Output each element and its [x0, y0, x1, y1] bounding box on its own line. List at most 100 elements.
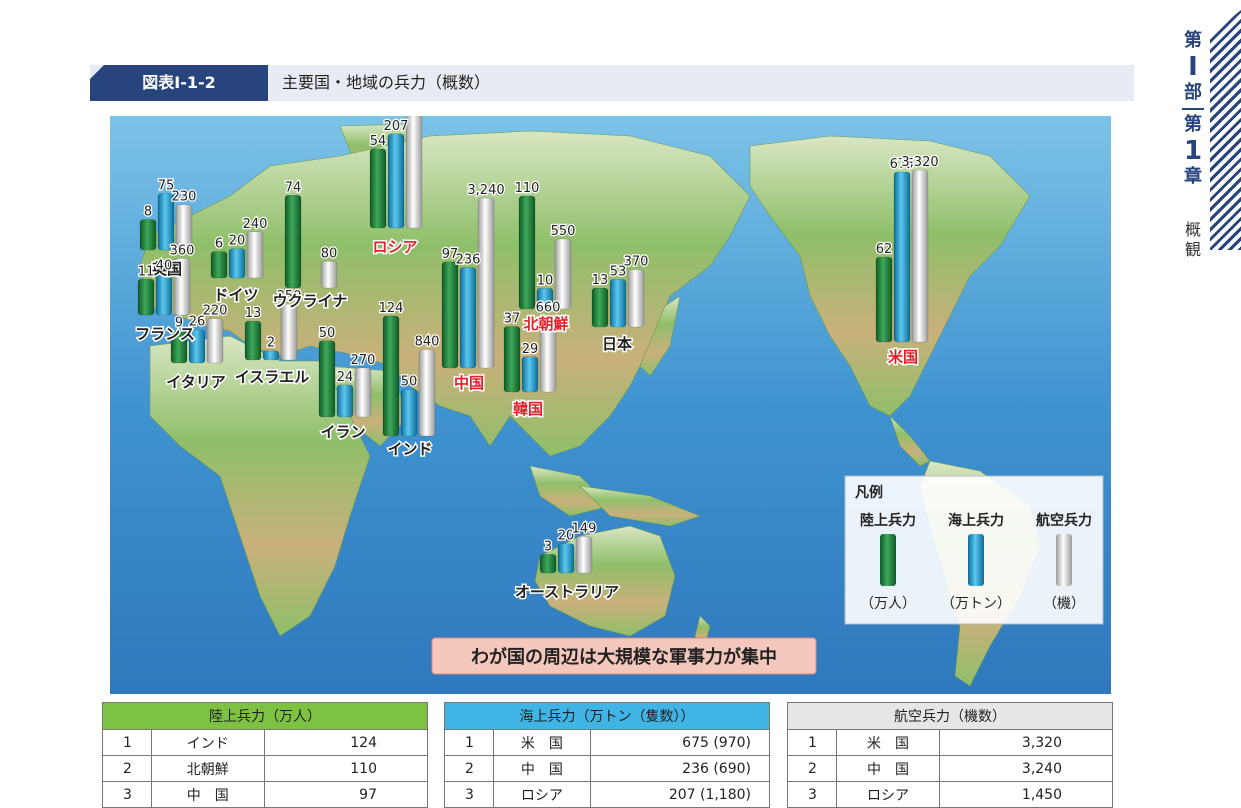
country-cell: 中 国 [151, 781, 265, 808]
value-label-ground: 13 [245, 306, 262, 321]
value-label-ground: 54 [370, 134, 387, 149]
chapter-subtitle: 概 観 [1173, 220, 1213, 260]
legend-air-unit: （機） [1043, 596, 1085, 612]
table-row: 1米 国 675 (970) [444, 729, 771, 756]
banner: わが国の周辺は大規模な軍事力が集中 [431, 637, 817, 675]
value-label-sea: 2 [267, 336, 275, 351]
value-label-sea: 40 [156, 259, 173, 274]
country-label: ウクライナ [273, 292, 348, 310]
bar-ground [318, 340, 336, 418]
bar-sea [609, 279, 627, 328]
value-label-ground: 124 [379, 301, 404, 316]
country-label: インド [387, 440, 432, 458]
part-label-b: Ⅰ [1188, 52, 1198, 82]
rank-cell: 1 [102, 729, 152, 756]
air-force-ranking-table: 航空兵力（機数） 1米 国 3,320 2中 国 3,240 3 ロシア 1,450 [787, 702, 1113, 808]
chapter-label-a: 第 [1184, 114, 1202, 135]
value-cell: 236 (690) [589, 755, 771, 782]
country-label: フランス [135, 325, 195, 343]
value-cell: 3,240 [939, 755, 1113, 782]
country-cell: ロシア [493, 781, 591, 808]
value-label-sea: 24 [337, 370, 354, 385]
value-cell: 97 [263, 781, 428, 808]
bar-ground [284, 195, 302, 289]
value-label-sea: 236 [456, 252, 481, 267]
value-label-air: 3,240 [467, 183, 504, 198]
legend-ground-swatch [880, 534, 896, 586]
bar-air [477, 197, 495, 369]
sea-force-ranking-table: 海上兵力（万トン（隻数）） 1米 国 675 (970) 2中 国 236 (690… [444, 702, 771, 808]
value-label-air: 3,320 [901, 155, 938, 170]
value-label-air: 270 [351, 353, 376, 368]
bar-air [280, 303, 298, 361]
rank-cell: 3 [444, 781, 494, 808]
value-label-ground: 8 [144, 205, 152, 220]
bar-ground [139, 219, 157, 251]
country-label: 日本 [602, 335, 632, 353]
bar-ground [369, 148, 387, 229]
world-force-map: 875230英国6 20240ドイツ11 40360フランス9 26220イタリア13… [110, 116, 1111, 694]
value-label-air: 230 [172, 190, 197, 205]
country-label: オーストラリア [515, 583, 619, 601]
bar-sea [893, 171, 911, 343]
value-label-ground: 9 [175, 316, 183, 331]
ground-table-header: 陸上兵力（万人） [102, 702, 428, 730]
value-cell: 3,320 [939, 729, 1113, 756]
legend-box: 凡例 陸上兵力 海上兵力 航空兵力 （万人） （万トン） （機） [844, 475, 1104, 625]
bar-ground [244, 320, 262, 361]
table-row: 1米 国 3,320 [787, 729, 1113, 756]
bar-sea [521, 356, 539, 393]
country-label: ドイツ [213, 286, 258, 304]
value-label-ground: 37 [504, 311, 521, 326]
bar-sea [155, 273, 173, 316]
rank-cell: 2 [102, 755, 152, 782]
country-label: ロシア [372, 238, 417, 256]
country-label: イタリア [166, 373, 225, 391]
bar-sea [387, 133, 405, 229]
value-label-ground: 13 [592, 273, 609, 288]
chapter-label-c: 章 [1184, 166, 1202, 187]
bar-sea [262, 350, 280, 361]
legend-sea-unit: （万トン） [941, 596, 1011, 612]
table-row: 3 ロシア 207 (1,180) [444, 781, 771, 808]
bar-ground [503, 326, 521, 393]
value-label-ground: 3 [544, 539, 552, 554]
bar-ground [518, 195, 536, 310]
part-label-c: 部 [1184, 82, 1202, 103]
banner-text: わが国の周辺は大規模な軍事力が集中 [471, 646, 777, 668]
rank-cell: 2 [787, 755, 837, 782]
bar-ground [441, 261, 459, 369]
value-label-sea: 207 [384, 119, 409, 134]
value-cell: 110 [263, 755, 428, 782]
value-label-sea: 10 [537, 273, 554, 288]
chapter-label-b: 1 [1183, 136, 1203, 166]
value-label-ground: 74 [285, 180, 302, 195]
rank-cell: 1 [787, 729, 837, 756]
value-label-air: 240 [243, 217, 268, 232]
bar-sea [400, 389, 418, 437]
value-cell: 1,450 [939, 781, 1113, 808]
country-label: イラン [320, 423, 365, 441]
country-label: 中国 [454, 374, 484, 392]
bar-air [320, 261, 338, 289]
figure-title: 主要国・地域の兵力（概数） [282, 73, 491, 92]
legend-ground-unit: （万人） [860, 596, 916, 612]
bar-sea [228, 248, 246, 279]
bar-ground [539, 554, 557, 574]
side-hatch-decoration [1210, 10, 1241, 250]
figure-number: 図表Ⅰ-1-2 [90, 65, 268, 101]
bar-air [418, 349, 436, 437]
value-label-ground: 62 [876, 242, 893, 257]
bar-sea [459, 267, 477, 369]
ground-force-ranking-table: 陸上兵力（万人） 1 インド 124 2 北朝鮮 110 3中 国 97 [102, 702, 428, 808]
country-cell: 米 国 [493, 729, 591, 756]
value-cell: 124 [263, 729, 428, 756]
country-cell: 中 国 [493, 755, 591, 782]
bar-ground [137, 279, 155, 316]
table-row: 2中 国 3,240 [787, 755, 1113, 782]
bar-air [246, 231, 264, 279]
value-cell: 675 (970) [589, 729, 771, 756]
table-row: 2 北朝鮮 110 [102, 755, 428, 782]
country-cell: ロシア [836, 781, 940, 808]
legend-title: 凡例 [855, 484, 883, 501]
